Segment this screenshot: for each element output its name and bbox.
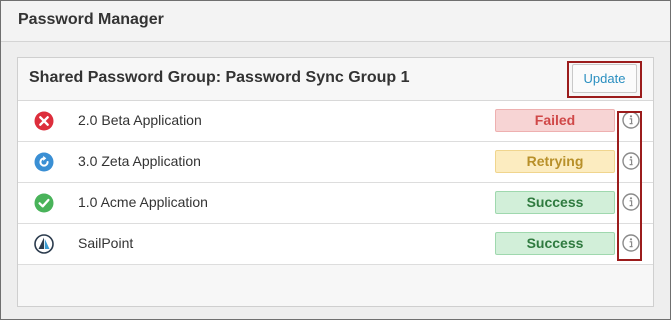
status-badge: Success bbox=[495, 232, 615, 255]
password-group-panel: Shared Password Group: Password Sync Gro… bbox=[17, 57, 654, 307]
status-badge: Success bbox=[495, 191, 615, 214]
application-name: 3.0 Zeta Application bbox=[78, 153, 201, 169]
checkmark-icon bbox=[34, 193, 54, 213]
panel-header: Shared Password Group: Password Sync Gro… bbox=[18, 58, 653, 101]
sailpoint-logo-icon bbox=[34, 234, 54, 254]
table-row: 2.0 Beta Application Failed bbox=[18, 101, 653, 142]
title-bar: Password Manager bbox=[1, 1, 670, 42]
retry-icon bbox=[34, 152, 54, 172]
status-badge: Failed bbox=[495, 109, 615, 132]
info-icons-highlight-outline bbox=[617, 111, 642, 261]
table-row: 3.0 Zeta Application Retrying bbox=[18, 142, 653, 183]
table-row: SailPoint Success bbox=[18, 224, 653, 265]
error-x-icon bbox=[34, 111, 54, 131]
page-title: Password Manager bbox=[18, 11, 164, 28]
application-name: SailPoint bbox=[78, 235, 134, 251]
update-button[interactable]: Update bbox=[572, 64, 637, 93]
application-name: 2.0 Beta Application bbox=[78, 112, 202, 128]
application-name: 1.0 Acme Application bbox=[78, 194, 208, 210]
group-title: Shared Password Group: Password Sync Gro… bbox=[29, 69, 410, 86]
table-row: 1.0 Acme Application Success bbox=[18, 183, 653, 224]
status-badge: Retrying bbox=[495, 150, 615, 173]
